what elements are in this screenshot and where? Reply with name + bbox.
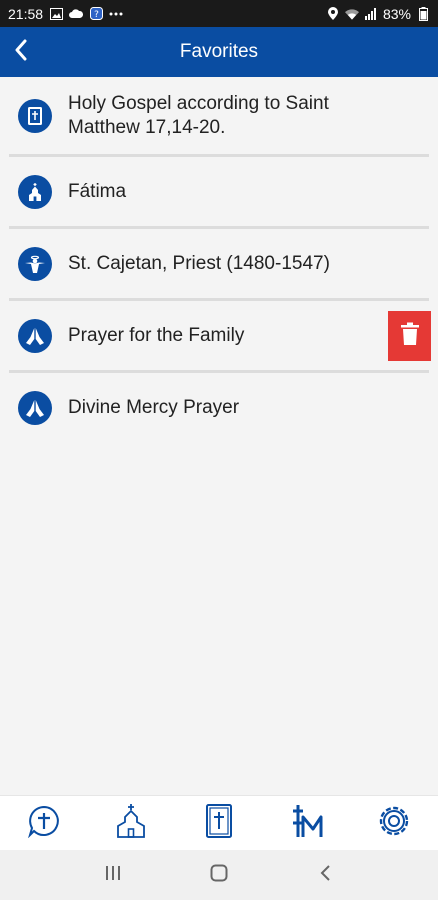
list-item[interactable]: Prayer for the Family <box>0 301 438 370</box>
chevron-left-icon <box>14 39 28 66</box>
battery-percent: 83% <box>382 5 411 22</box>
wifi-icon <box>344 7 359 21</box>
nav-prayers-button[interactable] <box>22 801 66 845</box>
home-button[interactable] <box>199 855 239 895</box>
list-item-label: Fátima <box>68 180 127 202</box>
list-item-label: Prayer for the Family <box>68 324 245 346</box>
church-icon <box>18 174 52 209</box>
svg-text:?: ? <box>94 10 99 20</box>
list-item[interactable]: Fátima <box>0 157 438 226</box>
recents-icon <box>104 865 122 886</box>
nav-settings-button[interactable] <box>372 801 416 845</box>
saint-icon <box>18 246 52 281</box>
bottom-nav <box>0 795 438 850</box>
more-dots-icon <box>109 7 123 21</box>
praying-hands-icon <box>18 390 52 425</box>
status-bar: 21:58 ? 83% <box>0 0 438 27</box>
back-button[interactable] <box>4 35 38 69</box>
location-icon <box>326 7 340 21</box>
cross-bubble-icon <box>27 804 61 843</box>
list-item[interactable]: St. Cajetan, Priest (1480-1547) <box>0 229 438 298</box>
list-item[interactable]: Holy Gospel according to Saint Matthew 1… <box>0 77 438 154</box>
list-item[interactable]: Divine Mercy Prayer <box>0 373 438 442</box>
system-back-button[interactable] <box>305 855 345 895</box>
praying-hands-icon <box>18 318 52 353</box>
recents-button[interactable] <box>93 855 133 895</box>
nav-saints-button[interactable] <box>285 801 329 845</box>
list-item-label: Holy Gospel according to Saint Matthew 1… <box>68 92 329 138</box>
jesus-monogram-icon <box>289 803 325 844</box>
nav-bible-button[interactable] <box>197 801 241 845</box>
bible-icon <box>18 98 52 133</box>
bible-icon <box>205 803 233 844</box>
favorites-list: Holy Gospel according to Saint Matthew 1… <box>0 77 438 442</box>
battery-icon <box>416 6 430 21</box>
app-bar: Favorites <box>0 27 438 77</box>
image-icon <box>49 7 63 21</box>
back-icon <box>319 864 331 887</box>
page-title: Favorites <box>179 41 259 62</box>
church-icon <box>114 803 148 844</box>
list-item-label: St. Cajetan, Priest (1480-1547) <box>68 252 330 274</box>
home-icon <box>210 864 228 887</box>
nav-church-button[interactable] <box>109 801 153 845</box>
settings-icon <box>376 803 412 844</box>
app-icon: ? <box>89 7 103 21</box>
signal-icon <box>364 7 378 21</box>
system-nav-bar <box>0 850 438 900</box>
list-item-label: Divine Mercy Prayer <box>68 396 240 418</box>
cloud-icon <box>69 7 84 21</box>
trash-icon <box>400 322 420 351</box>
delete-button[interactable] <box>388 311 431 361</box>
status-time: 21:58 <box>8 5 44 22</box>
